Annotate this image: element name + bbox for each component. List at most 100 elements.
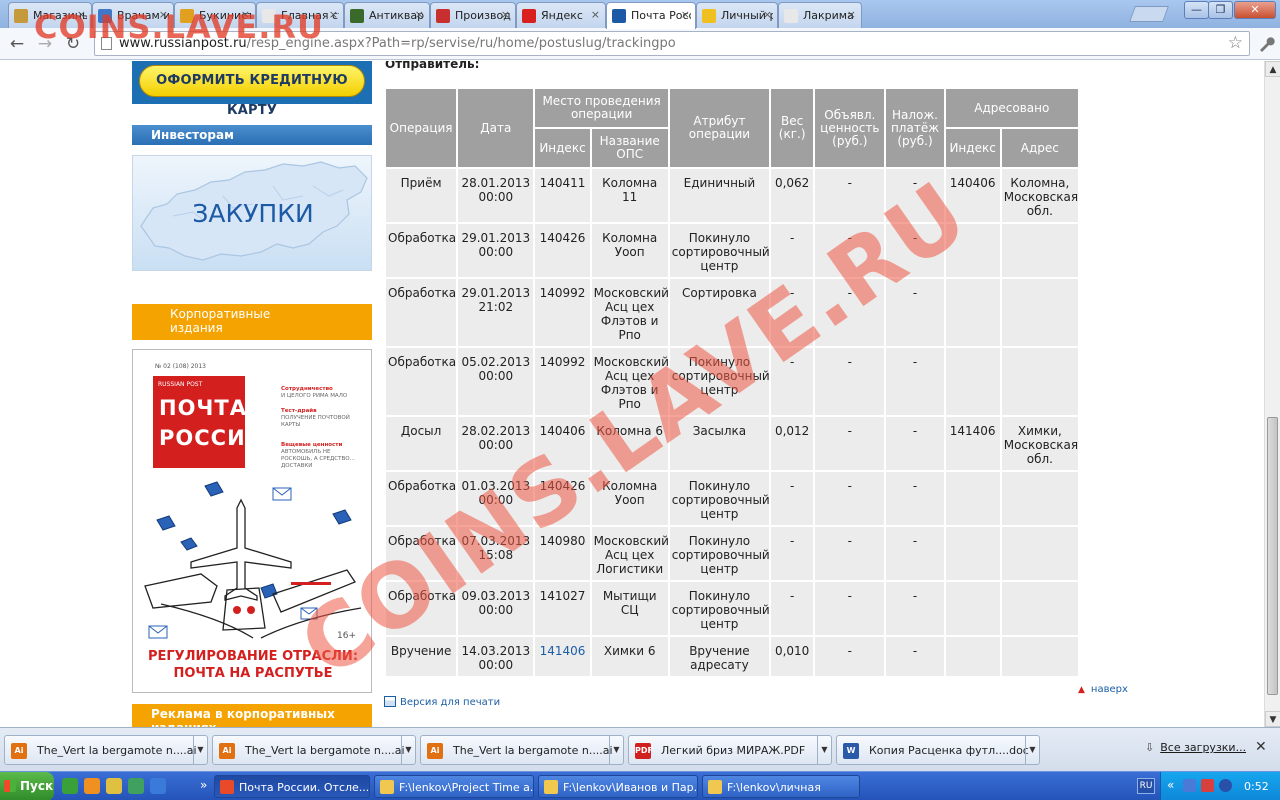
credit-card-button[interactable]: ОФОРМИТЬ КРЕДИТНУЮ КАРТУ xyxy=(139,65,365,118)
antivirus-icon[interactable] xyxy=(1201,779,1214,792)
tab-favicon-icon xyxy=(784,9,798,23)
download-menu-chevron-icon[interactable]: ▼ xyxy=(401,736,415,764)
tab-close-icon[interactable]: × xyxy=(415,8,424,21)
cell-attribute: Покинуло сортировочный центр xyxy=(669,472,770,527)
cell-operation: Приём xyxy=(386,169,457,224)
magazine-issue: № 02 (108) 2013 xyxy=(155,363,206,370)
investors-heading[interactable]: Инвесторам xyxy=(132,125,372,145)
cell-index: 140411 xyxy=(535,169,590,224)
magazine-blurb: Сотрудничество И ЦЕЛОГО РИМА МАЛО xyxy=(281,386,361,400)
tab-close-icon[interactable]: × xyxy=(681,8,690,21)
tray-expand-icon[interactable]: « xyxy=(1167,778,1174,792)
download-menu-chevron-icon[interactable]: ▼ xyxy=(193,736,207,764)
tracking-table: Операция Дата Место проведения операции … xyxy=(384,89,1080,678)
advertising-heading[interactable]: Реклама в корпоративных изданиях xyxy=(132,704,372,727)
quicklaunch-icon[interactable] xyxy=(106,778,122,794)
cell-operation: Обработка xyxy=(386,348,457,417)
zakupki-banner[interactable]: ЗАКУПКИ xyxy=(132,155,372,271)
tab-close-icon[interactable]: × xyxy=(159,8,168,21)
tab-close-icon[interactable]: × xyxy=(501,8,510,21)
start-button[interactable]: Пуск xyxy=(0,772,54,800)
corporate-publications-heading[interactable]: Корпоративные издания xyxy=(132,304,372,340)
cell-index-link[interactable]: 141406 xyxy=(535,637,590,678)
reload-icon[interactable]: ↻ xyxy=(62,33,84,55)
print-version-link[interactable]: Версия для печати xyxy=(384,696,500,708)
download-menu-chevron-icon[interactable]: ▼ xyxy=(609,736,623,764)
cell-ops-name: Коломна Уооп xyxy=(591,472,668,527)
restore-button[interactable]: ❐ xyxy=(1208,1,1233,19)
quicklaunch-mail-icon[interactable] xyxy=(84,778,100,794)
cell-addr-address xyxy=(1001,279,1078,348)
magazine-logo-box: RUSSIAN POST ПОЧТА РОССИИ xyxy=(153,376,263,468)
scroll-up-arrow-icon[interactable]: ▲ xyxy=(1265,61,1280,77)
download-filename: The_Vert la bergamote n....ai xyxy=(245,744,405,757)
download-item[interactable]: W Копия Расценка футл....doc ▼ xyxy=(836,735,1040,765)
taskbar-button[interactable]: F:\lenkov\Иванов и Пар... xyxy=(538,775,698,798)
browser-tab[interactable]: Врачам и ф× xyxy=(92,2,174,28)
quicklaunch-more-icon[interactable]: » xyxy=(200,778,207,792)
cell-cod: - xyxy=(886,348,944,417)
scroll-down-arrow-icon[interactable]: ▼ xyxy=(1265,711,1280,727)
minimize-button[interactable]: — xyxy=(1184,1,1209,19)
back-arrow-icon[interactable]: ← xyxy=(6,33,28,55)
all-downloads-link[interactable]: ⇩ Все загрузки... xyxy=(1145,741,1246,754)
new-tab-button[interactable] xyxy=(1129,6,1169,22)
scrollbar-thumb[interactable] xyxy=(1267,417,1278,695)
header-declared-value: Объявл. ценность (руб.) xyxy=(815,89,885,169)
cell-addr-address xyxy=(1001,224,1078,279)
browser-tab[interactable]: Антикварн× xyxy=(344,2,430,28)
download-item[interactable]: Ai The_Vert la bergamote n....ai ▼ xyxy=(420,735,624,765)
tab-close-icon[interactable]: × xyxy=(241,8,250,21)
download-menu-chevron-icon[interactable]: ▼ xyxy=(1025,736,1039,764)
wrench-icon[interactable] xyxy=(1254,34,1276,56)
tab-close-icon[interactable]: × xyxy=(847,8,856,21)
taskbar-button[interactable]: F:\lenkov\личная xyxy=(702,775,860,798)
network-icon[interactable] xyxy=(1183,779,1196,792)
browser-tab[interactable]: Производи× xyxy=(430,2,516,28)
tab-close-icon[interactable]: × xyxy=(77,8,86,21)
cell-cod: - xyxy=(886,279,944,348)
browser-tab[interactable]: Букинисти× xyxy=(174,2,256,28)
cell-attribute: Покинуло сортировочный центр xyxy=(669,224,770,279)
download-menu-chevron-icon[interactable]: ▼ xyxy=(817,736,831,764)
quicklaunch-icon[interactable] xyxy=(128,778,144,794)
close-window-button[interactable]: ✕ xyxy=(1234,1,1276,19)
file-type-icon: PDF xyxy=(635,743,653,759)
forward-arrow-icon[interactable]: → xyxy=(34,33,56,55)
download-item[interactable]: PDF Легкий бриз МИРАЖ.PDF ▼ xyxy=(628,735,832,765)
language-indicator[interactable]: RU xyxy=(1137,778,1155,794)
tab-close-icon[interactable]: × xyxy=(329,8,338,21)
cell-index: 141027 xyxy=(535,582,590,637)
page-scrollbar[interactable]: ▲ ▼ xyxy=(1264,61,1280,727)
address-bar[interactable]: www.russianpost.ru/resp_engine.aspx?Path… xyxy=(94,31,1250,56)
tab-close-icon[interactable]: × xyxy=(591,8,600,21)
back-to-top-link[interactable]: ▲ наверх xyxy=(1078,684,1128,695)
url-text[interactable]: www.russianpost.ru/resp_engine.aspx?Path… xyxy=(119,36,676,51)
header-place-group: Место проведения операции xyxy=(535,89,668,129)
quicklaunch-icon[interactable] xyxy=(62,778,78,794)
download-item[interactable]: Ai The_Vert la bergamote n....ai ▼ xyxy=(4,735,208,765)
windows-taskbar: Пуск » Почта России. Отсле... F:\lenkov\P… xyxy=(0,771,1280,800)
cell-addr-address xyxy=(1001,582,1078,637)
browser-tab[interactable]: Лакрима × xyxy=(778,2,862,28)
browser-tab[interactable]: Главная ст × xyxy=(256,2,344,28)
cell-cod: - xyxy=(886,224,944,279)
browser-tab[interactable]: Личный ра× xyxy=(696,2,778,28)
browser-tab[interactable]: Почта Росс × xyxy=(606,2,696,29)
magazine-cover[interactable]: № 02 (108) 2013 RUSSIAN POST ПОЧТА РОССИ… xyxy=(132,349,372,693)
tab-close-icon[interactable]: × xyxy=(763,8,772,21)
browser-tab[interactable]: Яндекс × xyxy=(516,2,606,28)
browser-tab[interactable]: Магазины × xyxy=(8,2,92,28)
taskbar-button[interactable]: Почта России. Отсле... xyxy=(214,775,370,798)
taskbar-button[interactable]: F:\lenkov\Project Time a... xyxy=(374,775,534,798)
cell-addr-index xyxy=(945,224,1000,279)
download-item[interactable]: Ai The_Vert la bergamote n....ai ▼ xyxy=(212,735,416,765)
cell-weight: - xyxy=(771,279,814,348)
bookmark-star-icon[interactable]: ☆ xyxy=(1228,33,1243,53)
task-app-icon xyxy=(544,780,558,794)
table-row: Обработка 09.03.2013 00:00 141027 Мытищи СЦ… xyxy=(386,582,1078,637)
bluetooth-icon[interactable] xyxy=(1219,779,1232,792)
close-downloads-icon[interactable]: ✕ xyxy=(1255,739,1267,755)
quicklaunch-ie-icon[interactable] xyxy=(150,778,166,794)
blurb-head: Тест-драйв xyxy=(281,408,317,414)
